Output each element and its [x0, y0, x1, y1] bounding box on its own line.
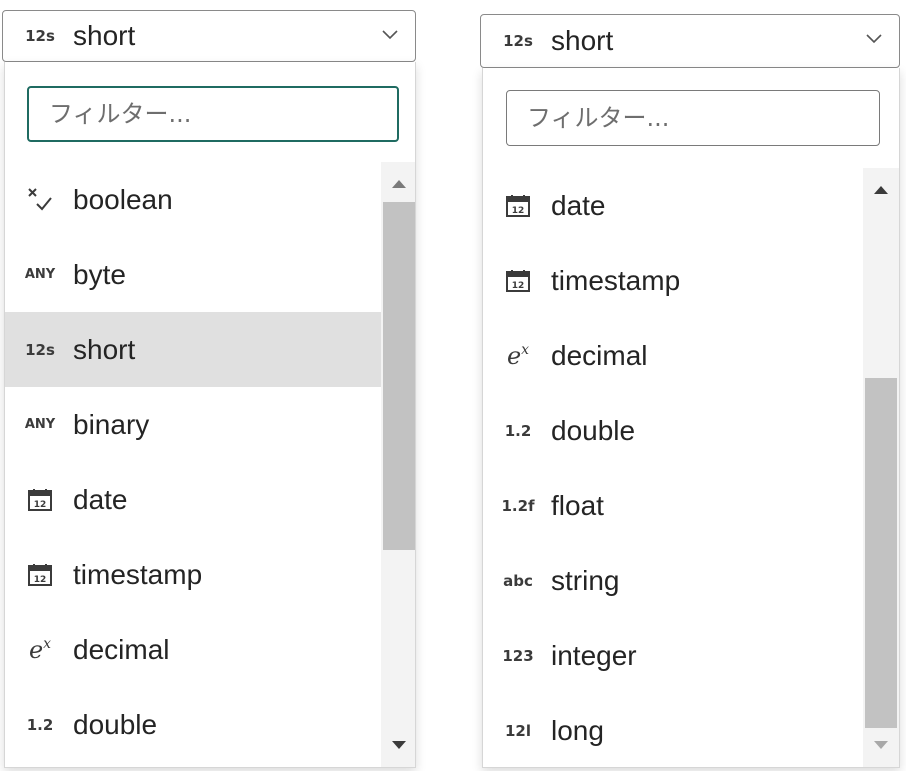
scrollbar-thumb[interactable] — [383, 202, 415, 550]
float-type-icon: 1.2f — [501, 496, 535, 515]
double-type-icon: 1.2 — [504, 421, 532, 440]
chevron-down-icon — [382, 30, 398, 40]
filter-area — [5, 62, 415, 162]
exponent-icon: ex — [506, 341, 530, 370]
option-long[interactable]: 12l long — [483, 693, 861, 767]
type-dropdown-right: 12s short 12 date 12 timestamp ex decima — [478, 12, 906, 769]
option-label: timestamp — [551, 264, 681, 296]
string-type-icon: abc — [503, 571, 533, 590]
any-type-icon: ANY — [24, 417, 56, 432]
option-integer[interactable]: 123 integer — [483, 618, 861, 693]
option-string[interactable]: abc string — [483, 543, 861, 618]
type-combobox[interactable]: 12s short — [2, 10, 416, 62]
option-label: decimal — [73, 633, 170, 665]
scrollbar-thumb[interactable] — [865, 378, 897, 728]
svg-text:12: 12 — [512, 281, 525, 291]
option-double[interactable]: 1.2 double — [5, 687, 381, 762]
filter-area — [483, 68, 899, 168]
option-label: short — [73, 333, 136, 365]
filter-input[interactable] — [27, 86, 399, 142]
option-timestamp[interactable]: 12 timestamp — [5, 537, 381, 612]
calendar-icon: 12 — [501, 194, 535, 218]
option-label: date — [73, 483, 128, 515]
scroll-up-arrow-icon[interactable] — [871, 182, 891, 196]
calendar-icon: 12 — [23, 488, 57, 512]
svg-text:12: 12 — [34, 575, 47, 585]
option-list: 12 date 12 timestamp ex decimal 1.2 doub… — [483, 168, 899, 767]
option-label: binary — [73, 408, 150, 440]
option-byte[interactable]: ANY byte — [5, 237, 381, 312]
option-label: double — [73, 708, 158, 740]
svg-text:12: 12 — [34, 500, 47, 510]
option-date[interactable]: 12 date — [5, 462, 381, 537]
exponent-icon: ex — [28, 635, 52, 664]
type-dropdown-left: 12s short boolean ANY byte 12s short — [0, 8, 418, 770]
option-label: date — [551, 189, 606, 221]
option-label: double — [551, 414, 636, 446]
option-double[interactable]: 1.2 double — [483, 393, 861, 468]
option-label: float — [551, 489, 604, 521]
svg-text:12: 12 — [512, 206, 525, 216]
option-decimal[interactable]: ex decimal — [5, 612, 381, 687]
option-label: byte — [73, 258, 126, 290]
option-label: boolean — [73, 183, 173, 215]
double-type-icon: 1.2 — [26, 715, 54, 734]
option-label: decimal — [551, 339, 648, 371]
option-label: string — [551, 564, 620, 596]
combobox-value: short — [551, 25, 614, 56]
scroll-down-arrow-icon[interactable] — [389, 739, 409, 753]
option-list: boolean ANY byte 12s short ANY binary 12… — [5, 162, 415, 767]
option-label: timestamp — [73, 558, 203, 590]
combobox-value: short — [73, 20, 136, 51]
calendar-icon: 12 — [501, 269, 535, 293]
scrollbar[interactable] — [863, 168, 899, 767]
option-short-selected[interactable]: 12s short — [5, 312, 381, 387]
any-type-icon: ANY — [24, 267, 56, 282]
dropdown-listbox: boolean ANY byte 12s short ANY binary 12… — [4, 62, 416, 768]
option-label: integer — [551, 639, 637, 671]
integer-type-icon: 123 — [502, 646, 534, 665]
option-binary[interactable]: ANY binary — [5, 387, 381, 462]
option-float[interactable]: 1.2f float — [483, 468, 861, 543]
short-type-icon: 12s — [503, 32, 533, 50]
scrollbar[interactable] — [381, 162, 415, 767]
boolean-type-icon — [23, 186, 57, 214]
calendar-icon: 12 — [23, 563, 57, 587]
option-timestamp[interactable]: 12 timestamp — [483, 243, 861, 318]
dropdown-listbox: 12 date 12 timestamp ex decimal 1.2 doub… — [482, 68, 900, 768]
short-type-icon: 12s — [25, 340, 55, 359]
short-type-icon: 12s — [25, 27, 55, 45]
type-combobox[interactable]: 12s short — [480, 14, 900, 68]
scroll-down-arrow-icon[interactable] — [871, 739, 891, 753]
chevron-down-icon — [866, 34, 882, 44]
filter-input[interactable] — [506, 90, 880, 146]
option-decimal[interactable]: ex decimal — [483, 318, 861, 393]
scroll-up-arrow-icon[interactable] — [389, 176, 409, 190]
option-label: long — [551, 714, 604, 746]
option-boolean[interactable]: boolean — [5, 162, 381, 237]
long-type-icon: 12l — [504, 721, 531, 740]
option-date[interactable]: 12 date — [483, 168, 861, 243]
